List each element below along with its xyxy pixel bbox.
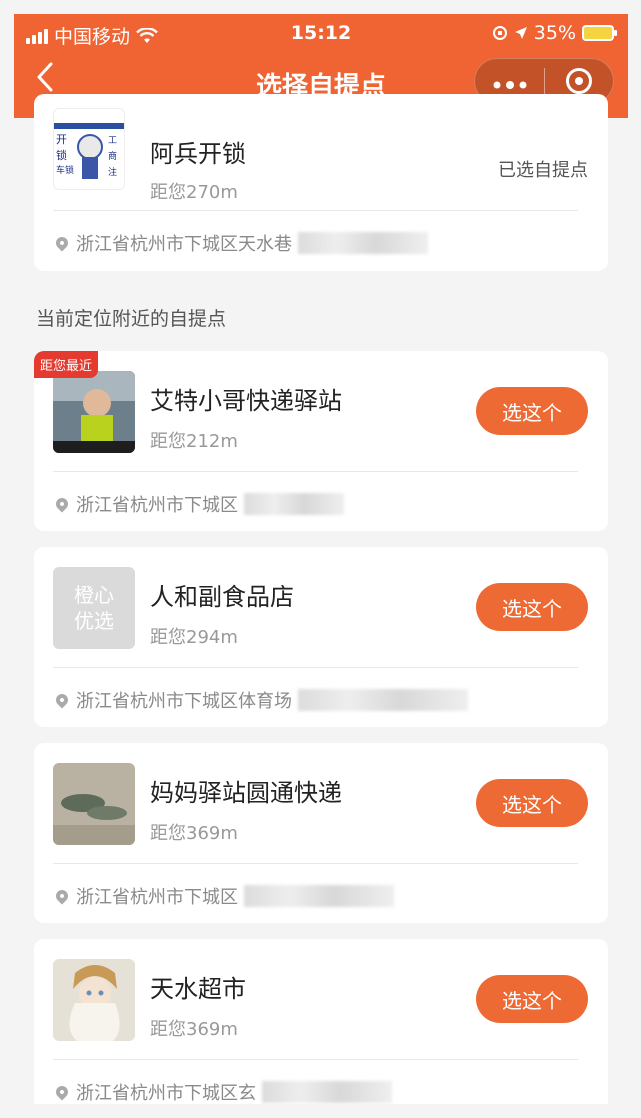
address-text: 浙江省杭州市下城区体育场 (76, 691, 292, 712)
svg-text:工: 工 (108, 136, 117, 146)
svg-text:锁: 锁 (56, 148, 67, 162)
point-distance: 距您369m (150, 1019, 238, 1040)
target-circle-icon[interactable] (545, 68, 613, 94)
lock-rotation-icon (492, 26, 507, 40)
location-pin-icon (53, 1083, 71, 1101)
choose-button[interactable]: 选这个 (476, 779, 588, 827)
app-frame: 中国移动 15:12 35% 选择自提点 开 锁 车锁 工 商 注 阿兵开锁 距… (14, 14, 628, 1104)
point-address: 浙江省杭州市下城区体育场 (53, 687, 468, 713)
location-arrow-icon (514, 27, 527, 39)
card-divider (53, 863, 578, 864)
point-name: 天水超市 (150, 975, 246, 1003)
point-name: 妈妈驿站圆通快递 (150, 779, 342, 807)
address-text: 浙江省杭州市下城区天水巷 (76, 234, 292, 255)
svg-text:注: 注 (108, 166, 117, 178)
point-distance: 距您294m (150, 627, 238, 648)
address-text: 浙江省杭州市下城区 (76, 495, 238, 516)
card-divider (53, 1059, 578, 1060)
choose-button[interactable]: 选这个 (476, 583, 588, 631)
selected-point-card: 开 锁 车锁 工 商 注 阿兵开锁 距您270m 已选自提点 浙江省杭州市下城区… (34, 94, 608, 271)
address-redacted (298, 689, 468, 711)
location-pin-icon (53, 495, 71, 513)
nearest-badge: 距您最近 (34, 351, 99, 378)
logo-text: 橙心优选 (74, 583, 114, 633)
point-name: 艾特小哥快递驿站 (150, 387, 342, 415)
location-pin-icon (53, 234, 71, 252)
selected-point-address: 浙江省杭州市下城区天水巷 (53, 230, 428, 256)
choose-button[interactable]: 选这个 (476, 387, 588, 435)
status-bar: 中国移动 15:12 35% (14, 20, 628, 48)
point-thumbnail (53, 763, 135, 845)
point-name: 人和副食品店 (150, 583, 294, 611)
battery-icon (582, 25, 617, 41)
point-address: 浙江省杭州市下城区玄 (53, 1079, 392, 1104)
more-dots-icon[interactable] (475, 71, 544, 91)
location-pin-icon (53, 887, 71, 905)
point-thumbnail (53, 371, 135, 453)
pickup-point-card[interactable]: 橙心优选 人和副食品店 距您294m 选这个 浙江省杭州市下城区体育场 (34, 547, 608, 727)
chengxin-logo-thumbnail: 橙心优选 (53, 567, 135, 649)
point-address: 浙江省杭州市下城区 (53, 883, 394, 909)
address-redacted (262, 1081, 392, 1103)
svg-text:商: 商 (108, 150, 117, 162)
pickup-point-card[interactable]: 距您最近 艾特小哥快递驿站 距您212m 选这个 浙江省杭州市下城区 (34, 351, 608, 531)
address-redacted (298, 232, 428, 254)
address-redacted (244, 493, 344, 515)
svg-text:车锁: 车锁 (56, 164, 74, 176)
point-distance: 距您369m (150, 823, 238, 844)
svg-text:开: 开 (56, 133, 67, 146)
selected-status-label: 已选自提点 (498, 160, 588, 181)
card-divider (53, 210, 578, 211)
address-text: 浙江省杭州市下城区 (76, 887, 238, 908)
location-pin-icon (53, 691, 71, 709)
address-redacted (244, 885, 394, 907)
section-title: 当前定位附近的自提点 (36, 308, 227, 330)
pickup-point-card[interactable]: 天水超市 距您369m 选这个 浙江省杭州市下城区玄 (34, 939, 608, 1104)
pickup-point-card[interactable]: 妈妈驿站圆通快递 距您369m 选这个 浙江省杭州市下城区 (34, 743, 608, 923)
address-text: 浙江省杭州市下城区玄 (76, 1083, 256, 1104)
lock-shop-thumbnail: 开 锁 车锁 工 商 注 (53, 108, 125, 190)
status-right: 35% (492, 22, 617, 44)
battery-percent: 35% (533, 22, 576, 44)
selected-point-distance: 距您270m (150, 182, 238, 203)
selected-point-name: 阿兵开锁 (150, 140, 246, 168)
card-divider (53, 667, 578, 668)
point-distance: 距您212m (150, 431, 238, 452)
choose-button[interactable]: 选这个 (476, 975, 588, 1023)
point-address: 浙江省杭州市下城区 (53, 491, 344, 517)
point-thumbnail (53, 959, 135, 1041)
card-divider (53, 471, 578, 472)
